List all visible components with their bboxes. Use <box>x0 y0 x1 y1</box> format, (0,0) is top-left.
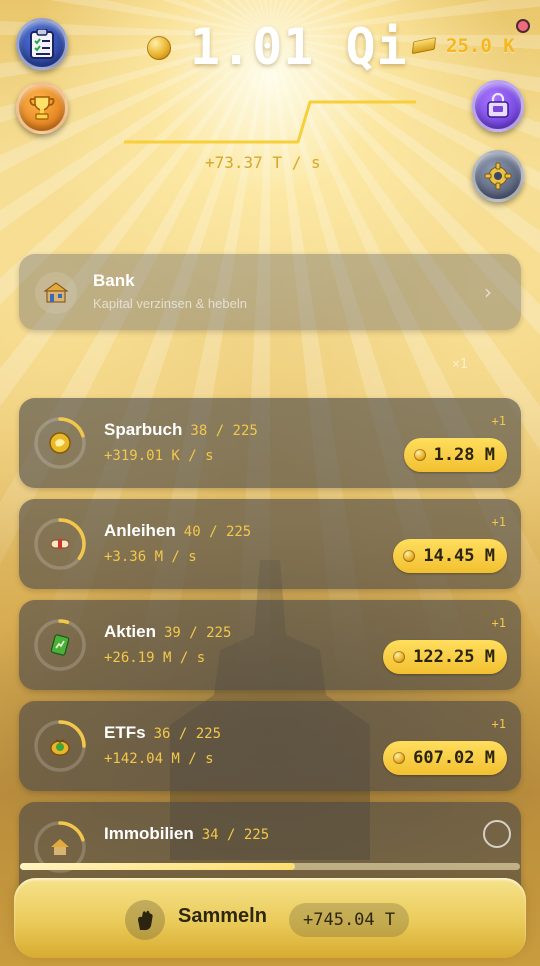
investment-card[interactable]: Aktien 39 / 225 +26.19 M / s +1 122.25 M <box>19 600 521 690</box>
investment-card[interactable]: Sparbuch 38 / 225 +319.01 K / s +1 1.28 M <box>19 398 521 488</box>
bank-subtitle: Kapital verzinsen & hebeln <box>93 296 247 311</box>
multiplier-toggle[interactable]: ×1 <box>452 357 468 372</box>
investment-name: Sparbuch 38 / 225 <box>104 420 258 440</box>
coin-icon <box>413 449 426 461</box>
investment-rate: +319.01 K / s <box>104 448 214 464</box>
investment-rate: +26.19 M / s <box>104 650 206 666</box>
gold-nugget-icon <box>49 432 71 454</box>
investment-name: Aktien 39 / 225 <box>104 622 231 642</box>
level-bonus: +1 <box>491 515 506 529</box>
level-bonus: +1 <box>491 616 506 630</box>
income-rate-line <box>124 100 416 144</box>
investment-title: Sparbuch <box>104 420 183 439</box>
investment-title: Immobilien <box>104 824 194 843</box>
investment-card[interactable]: Anleihen 40 / 225 +3.36 M / s +1 14.45 M <box>19 499 521 589</box>
investment-count: 40 / 225 <box>183 524 252 540</box>
investment-rate: +142.04 M / s <box>104 751 214 767</box>
shopping-bag-icon <box>487 92 509 118</box>
gold-bar-icon <box>411 36 437 55</box>
coin-icon <box>393 752 406 764</box>
buy-button[interactable]: 607.02 M <box>383 741 507 775</box>
bank-title: Bank <box>93 271 135 290</box>
buy-button[interactable]: 1.28 M <box>403 438 507 472</box>
investment-title: Anleihen <box>104 521 176 540</box>
tasks-button[interactable] <box>16 18 68 70</box>
coin-icon <box>147 36 171 60</box>
hand-grab-icon <box>138 910 153 931</box>
coin-icon <box>403 550 416 562</box>
income-rate-chart <box>124 100 416 144</box>
house-icon <box>51 839 69 855</box>
gear-icon <box>484 162 512 190</box>
investment-title: Aktien <box>104 622 156 641</box>
collect-button[interactable]: Sammeln +745.04 T <box>14 878 526 958</box>
chevron-right-icon: › <box>484 280 492 304</box>
investment-name: Anleihen 40 / 225 <box>104 521 251 541</box>
investment-title: ETFs <box>104 723 146 742</box>
investment-rate: +3.36 M / s <box>104 549 197 565</box>
main-balance: 1.01 Qi <box>190 18 408 76</box>
bond-scroll-icon <box>50 539 70 549</box>
buy-button[interactable]: 122.25 M <box>383 640 507 674</box>
collect-amount: +745.04 T <box>289 903 410 937</box>
buy-price: 122.25 M <box>413 647 495 667</box>
buy-price: 1.28 M <box>433 445 495 465</box>
investment-count: 38 / 225 <box>190 423 258 439</box>
income-rate: +73.37 T / s <box>205 153 321 172</box>
level-bonus: +1 <box>491 717 506 731</box>
bank-icon <box>43 282 69 303</box>
collect-progress-fill <box>20 863 295 870</box>
level-bonus: +1 <box>491 414 506 428</box>
stock-certificate-icon <box>50 634 70 656</box>
achievements-button[interactable] <box>16 82 68 134</box>
investment-name: ETFs 36 / 225 <box>104 723 221 743</box>
settings-button[interactable] <box>472 150 524 202</box>
buy-button[interactable]: 14.45 M <box>393 539 507 573</box>
bank-icon-wrap <box>35 272 77 314</box>
shop-button[interactable] <box>472 80 524 132</box>
buy-price: 607.02 M <box>413 748 495 768</box>
buy-price: 14.45 M <box>423 546 495 566</box>
coin-icon <box>393 651 406 663</box>
investment-count: 36 / 225 <box>153 726 221 742</box>
collect-progress-bar <box>20 863 520 870</box>
stopwatch-icon <box>483 820 511 848</box>
trophy-icon <box>29 96 55 120</box>
notification-dot <box>516 19 530 33</box>
bank-card[interactable]: Bank Kapital verzinsen & hebeln › <box>19 254 521 330</box>
investment-count: 34 / 225 <box>201 827 270 843</box>
money-bag-icon <box>50 739 70 756</box>
gold-amount: 25.0 K <box>446 35 515 57</box>
tasks-icon <box>30 29 54 59</box>
collect-label: Sammeln <box>178 905 267 927</box>
investment-card[interactable]: ETFs 36 / 225 +142.04 M / s +1 607.02 M <box>19 701 521 791</box>
investment-count: 39 / 225 <box>163 625 232 641</box>
investment-name: Immobilien 34 / 225 <box>104 824 269 844</box>
collect-icon-wrap <box>125 900 165 940</box>
